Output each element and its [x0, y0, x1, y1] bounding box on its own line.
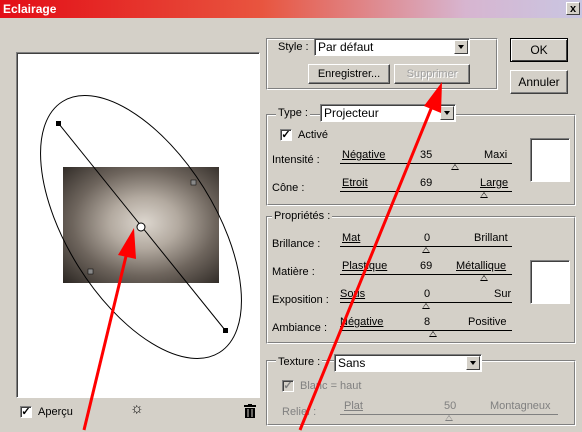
- exposure-slider-thumb[interactable]: [422, 303, 430, 309]
- gloss-value[interactable]: 0: [424, 232, 430, 244]
- relief-label: Relief :: [282, 406, 317, 418]
- exposure-max-label: Sur: [494, 288, 512, 300]
- save-style-button[interactable]: Enregistrer...: [308, 64, 390, 84]
- white-high-checkbox[interactable]: ✓: [282, 380, 294, 392]
- properties-color-swatch[interactable]: [530, 260, 570, 304]
- intensity-slider-track[interactable]: [340, 163, 512, 164]
- material-value[interactable]: 69: [420, 260, 432, 272]
- active-checkbox[interactable]: ✓: [280, 129, 292, 141]
- chevron-down-icon[interactable]: [466, 356, 480, 370]
- light-center-handle[interactable]: [136, 222, 146, 232]
- material-slider-thumb[interactable]: [480, 275, 489, 281]
- cone-min-label: Etroit: [342, 177, 368, 189]
- cone-value[interactable]: 69: [420, 177, 432, 189]
- close-button[interactable]: x: [566, 2, 580, 15]
- ellipse-handle[interactable]: [87, 268, 94, 275]
- delete-style-button[interactable]: Supprimer: [394, 64, 470, 84]
- intensity-label: Intensité :: [272, 154, 320, 166]
- exposure-value[interactable]: 0: [424, 288, 430, 300]
- gloss-min-label: Mat: [342, 232, 361, 244]
- cancel-button[interactable]: Annuler: [510, 70, 568, 94]
- cone-max-label: Large: [480, 177, 509, 189]
- style-select-value: Par défaut: [318, 40, 374, 54]
- relief-slider-thumb[interactable]: [445, 415, 453, 421]
- gloss-slider-thumb[interactable]: [422, 247, 430, 253]
- chevron-down-icon[interactable]: [454, 40, 468, 54]
- ambience-label: Ambiance :: [272, 322, 328, 334]
- style-label: Style :: [276, 41, 311, 53]
- window-title: Eclairage: [3, 2, 57, 16]
- ambience-slider-thumb[interactable]: [428, 331, 437, 337]
- light-ellipse[interactable]: [17, 53, 261, 399]
- preview-checkbox[interactable]: ✓: [20, 406, 32, 418]
- gloss-max-label: Brillant: [474, 232, 508, 244]
- exposure-min-label: Sous: [340, 288, 366, 300]
- material-min-label: Plastique: [342, 260, 388, 272]
- chevron-down-icon[interactable]: [440, 106, 454, 120]
- light-type-select[interactable]: Projecteur: [320, 104, 456, 122]
- trash-icon[interactable]: [244, 404, 256, 418]
- white-high-label: Blanc = haut: [300, 380, 362, 392]
- ambience-max-label: Positive: [468, 316, 507, 328]
- ambience-slider-track[interactable]: [340, 330, 512, 331]
- relief-min-label: Plat: [344, 400, 363, 412]
- cone-slider-thumb[interactable]: [480, 192, 489, 198]
- texture-select[interactable]: Sans: [334, 354, 482, 372]
- exposure-label: Exposition :: [272, 294, 329, 306]
- preview-area[interactable]: [16, 52, 260, 398]
- ambience-min-label: Négative: [340, 316, 384, 328]
- title-bar: Eclairage x: [0, 0, 582, 18]
- ellipse-handle[interactable]: [223, 328, 228, 333]
- preview-label: Aperçu: [38, 406, 73, 418]
- properties-title: Propriétés :: [272, 210, 333, 222]
- cone-label: Cône :: [272, 182, 305, 194]
- relief-max-label: Montagneux: [490, 400, 551, 412]
- lightbulb-icon[interactable]: ☼: [130, 400, 144, 417]
- material-label: Matière :: [272, 266, 315, 278]
- intensity-max-label: Maxi: [484, 149, 508, 161]
- intensity-value[interactable]: 35: [420, 149, 432, 161]
- material-max-label: Métallique: [456, 260, 507, 272]
- ellipse-handle[interactable]: [56, 121, 61, 126]
- gloss-label: Brillance :: [272, 238, 321, 250]
- style-select[interactable]: Par défaut: [314, 38, 470, 56]
- ellipse-handle[interactable]: [190, 179, 197, 186]
- texture-value: Sans: [338, 356, 366, 370]
- active-label: Activé: [298, 129, 328, 141]
- relief-value[interactable]: 50: [444, 400, 456, 412]
- intensity-min-label: Négative: [342, 149, 386, 161]
- texture-label: Texture :: [276, 356, 323, 368]
- light-type-label: Type :: [276, 107, 310, 119]
- light-color-swatch[interactable]: [530, 138, 570, 182]
- intensity-slider-thumb[interactable]: [451, 164, 460, 170]
- ambience-value[interactable]: 8: [424, 316, 430, 328]
- light-type-value: Projecteur: [324, 106, 379, 120]
- ok-button[interactable]: OK: [510, 38, 568, 62]
